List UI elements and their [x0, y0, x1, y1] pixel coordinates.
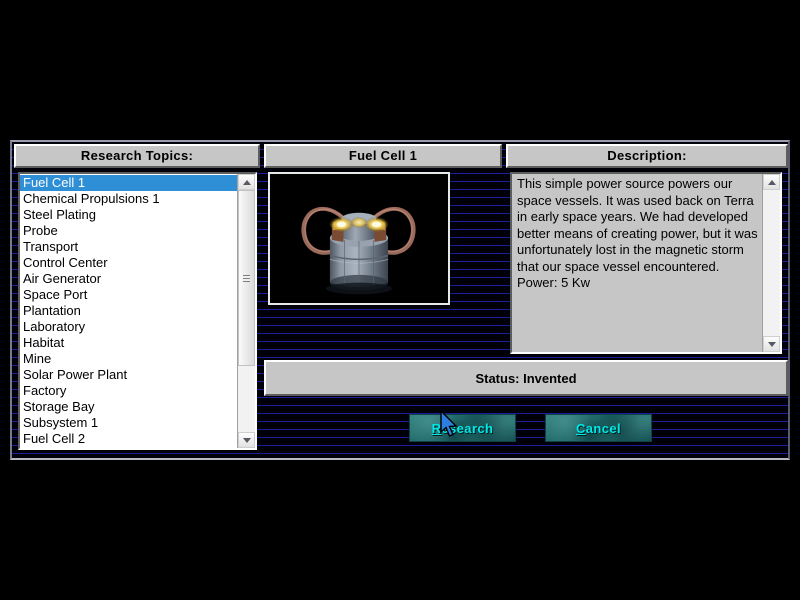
description-scroll-track[interactable] — [763, 190, 780, 336]
research-button-label: Research — [432, 421, 494, 436]
list-item[interactable]: Air Generator — [20, 271, 237, 287]
list-item[interactable]: Storage Bay — [20, 399, 237, 415]
description-scroll-down-button[interactable] — [763, 336, 780, 352]
scroll-up-arrow-icon — [767, 179, 776, 185]
fuel-cell-render-icon — [270, 174, 448, 303]
description-box[interactable]: This simple power source powers our spac… — [510, 172, 782, 354]
list-item[interactable]: Laboratory — [20, 319, 237, 335]
research-dialog: Research Topics: Fuel Cell 1 Chemical Pr… — [10, 140, 790, 460]
research-label-rest: esearch — [441, 420, 494, 436]
list-item[interactable]: Control Center — [20, 255, 237, 271]
research-topics-header: Research Topics: — [14, 144, 260, 168]
list-item[interactable]: Fuel Cell 1 — [20, 175, 237, 191]
list-item[interactable]: Transport — [20, 239, 237, 255]
description-column: Description: This simple power source po… — [506, 144, 788, 456]
scroll-up-arrow-icon — [242, 179, 251, 185]
topics-scroll-thumb[interactable] — [238, 190, 255, 366]
selected-topic-title: Fuel Cell 1 — [264, 144, 502, 168]
list-item[interactable]: Mine — [20, 351, 237, 367]
research-accel-key: R — [431, 420, 442, 436]
list-item[interactable]: Probe — [20, 223, 237, 239]
list-item[interactable]: Plantation — [20, 303, 237, 319]
research-topics-column: Research Topics: Fuel Cell 1 Chemical Pr… — [14, 144, 260, 456]
list-item[interactable]: Solar Power Plant — [20, 367, 237, 383]
topic-preview-image — [268, 172, 450, 305]
list-item[interactable]: Space Port — [20, 287, 237, 303]
list-item[interactable]: Chemical Propulsions 1 — [20, 191, 237, 207]
research-topics-listbox[interactable]: Fuel Cell 1 Chemical Propulsions 1 Steel… — [18, 172, 257, 450]
description-text: This simple power source powers our spac… — [517, 176, 758, 290]
list-item[interactable]: Factory — [20, 383, 237, 399]
list-item[interactable]: Fuel Cell 2 — [20, 431, 237, 447]
scroll-down-arrow-icon — [767, 341, 776, 347]
topics-scrollbar[interactable] — [237, 174, 255, 448]
topics-scroll-track[interactable] — [238, 190, 255, 432]
list-item[interactable]: Subsystem 1 — [20, 415, 237, 431]
description-scroll-up-button[interactable] — [763, 174, 780, 190]
description-scrollbar[interactable] — [762, 174, 780, 352]
scroll-down-button[interactable] — [238, 432, 255, 448]
preview-column: Fuel Cell 1 Status: Invented Research Ca… — [264, 144, 788, 456]
research-button[interactable]: Research — [409, 414, 516, 442]
scroll-grip-icon — [243, 274, 250, 282]
research-topics-list[interactable]: Fuel Cell 1 Chemical Propulsions 1 Steel… — [20, 174, 237, 448]
game-screen: Research Topics: Fuel Cell 1 Chemical Pr… — [0, 0, 800, 600]
scroll-down-arrow-icon — [242, 437, 251, 443]
description-header: Description: — [506, 144, 788, 168]
list-item[interactable]: Habitat — [20, 335, 237, 351]
scroll-up-button[interactable] — [238, 174, 255, 190]
list-item[interactable]: Steel Plating — [20, 207, 237, 223]
